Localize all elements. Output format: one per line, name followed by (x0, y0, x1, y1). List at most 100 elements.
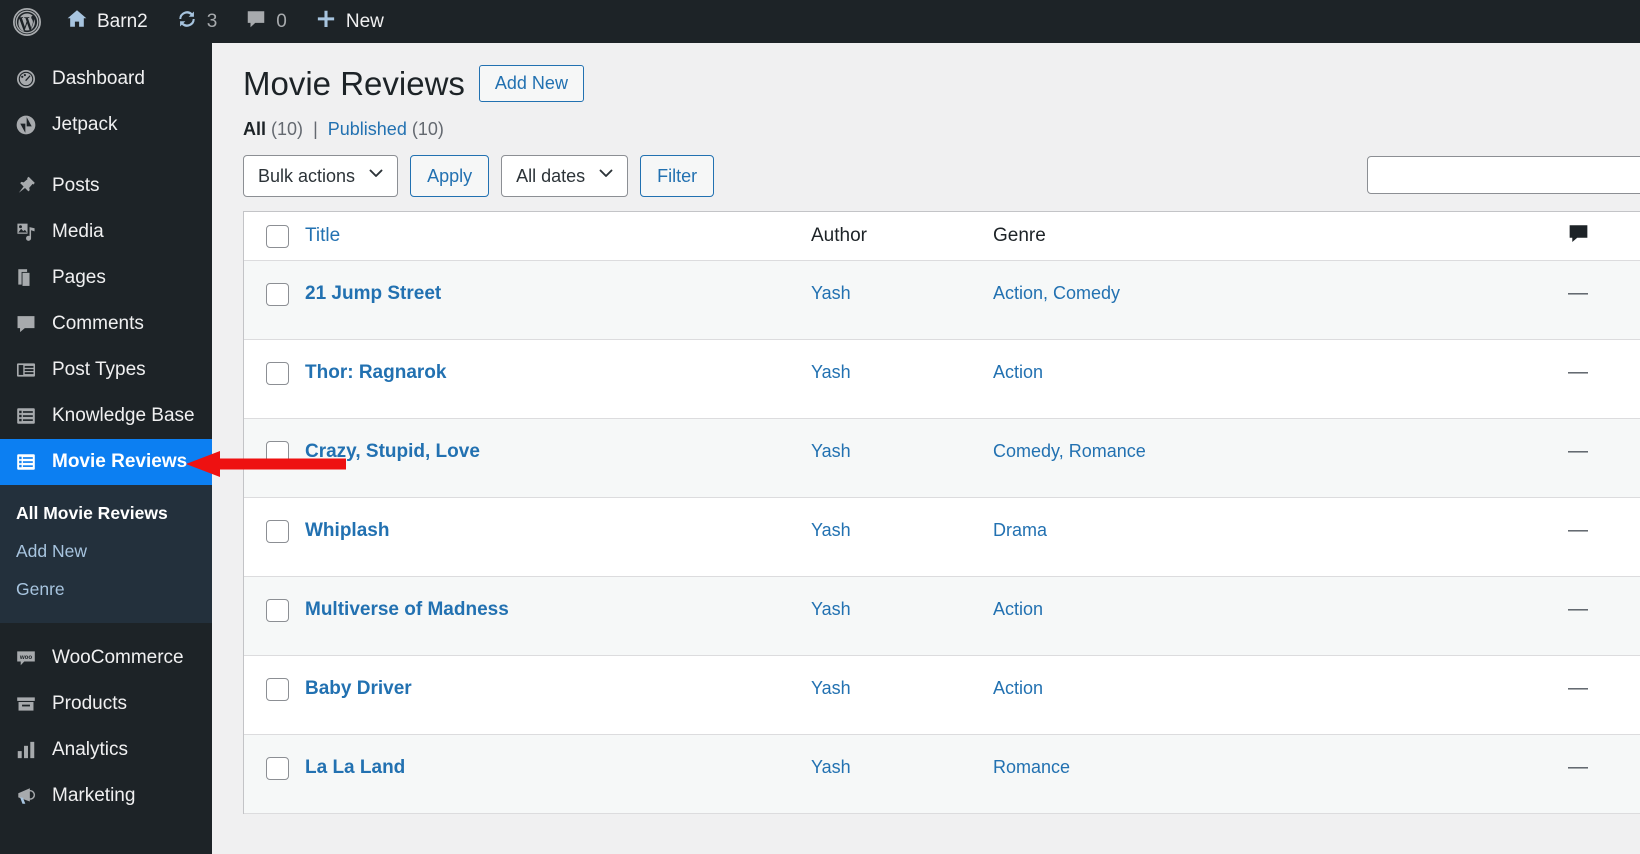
row-author-cell: Yash (811, 678, 993, 699)
submenu-item-all-movie-reviews[interactable]: All Movie Reviews (0, 494, 212, 532)
row-title-link[interactable]: Multiverse of Madness (305, 599, 509, 620)
table-row[interactable]: La La Land Yash Romance — (244, 735, 1640, 815)
movie-reviews-submenu: All Movie Reviews Add New Genre (0, 485, 212, 623)
row-title-link[interactable]: 21 Jump Street (305, 283, 441, 304)
row-author-link[interactable]: Yash (811, 757, 851, 777)
search-box[interactable] (1367, 156, 1640, 194)
row-genre-link[interactable]: Action (993, 599, 1043, 619)
row-checkbox[interactable] (265, 757, 289, 781)
submenu-item-genre[interactable]: Genre (0, 570, 212, 608)
comment-icon (13, 311, 39, 337)
jetpack-icon (13, 112, 39, 138)
row-checkbox[interactable] (265, 283, 289, 307)
table-row[interactable]: Baby Driver Yash Action — (244, 656, 1640, 736)
sidebar-item-products[interactable]: Products (0, 681, 212, 727)
row-author-link[interactable]: Yash (811, 678, 851, 698)
filter-button[interactable]: Filter (640, 155, 715, 198)
row-checkbox[interactable] (265, 599, 289, 623)
sidebar-item-pages[interactable]: Pages (0, 255, 212, 301)
row-checkbox[interactable] (265, 520, 289, 544)
row-title-link[interactable]: Baby Driver (305, 678, 412, 699)
row-genre-link[interactable]: Comedy, Romance (993, 441, 1146, 461)
table-row[interactable]: Thor: Ragnarok Yash Action — (244, 340, 1640, 420)
column-header-title[interactable]: Title (304, 225, 811, 247)
row-comments-cell: — (1498, 678, 1640, 698)
row-author-link[interactable]: Yash (811, 362, 851, 382)
movie-reviews-icon (13, 449, 39, 475)
sidebar-item-marketing[interactable]: Marketing (0, 773, 212, 819)
sidebar-item-woocommerce[interactable]: woo WooCommerce (0, 635, 212, 681)
new-content-menu[interactable]: New (301, 0, 398, 43)
row-comments-value: — (1568, 519, 1588, 542)
select-all-checkbox[interactable] (265, 224, 289, 248)
sidebar-item-jetpack[interactable]: Jetpack (0, 102, 212, 148)
row-genre-link[interactable]: Action (993, 678, 1043, 698)
row-title-link[interactable]: Whiplash (305, 520, 389, 541)
add-new-button[interactable]: Add New (478, 65, 584, 103)
row-title-link[interactable]: La La Land (305, 757, 405, 778)
row-comments-cell: — (1498, 520, 1640, 540)
row-title-cell: 21 Jump Street (304, 283, 811, 305)
row-select-cell (244, 441, 304, 465)
main-content: Movie Reviews Add New All (10) | Publish… (212, 43, 1640, 854)
site-name-menu[interactable]: Barn2 (52, 0, 162, 43)
row-title-link[interactable]: Crazy, Stupid, Love (305, 441, 480, 462)
column-header-genre-label: Genre (993, 225, 1046, 247)
home-icon (66, 8, 88, 36)
row-checkbox[interactable] (265, 441, 289, 465)
row-author-link[interactable]: Yash (811, 441, 851, 461)
sidebar-item-label: Comments (52, 313, 144, 334)
wordpress-logo-icon (12, 7, 42, 37)
row-title-cell: Multiverse of Madness (304, 599, 811, 621)
row-author-cell: Yash (811, 757, 993, 778)
sidebar-item-post-types[interactable]: Post Types (0, 347, 212, 393)
filter-link-published[interactable]: Published (328, 119, 407, 139)
sidebar-item-knowledge-base[interactable]: Knowledge Base (0, 393, 212, 439)
filter-link-all[interactable]: All (243, 119, 266, 139)
row-genre-link[interactable]: Action (993, 362, 1043, 382)
column-header-comments[interactable] (1498, 222, 1640, 250)
row-genre-cell: Action, Comedy (993, 283, 1498, 304)
row-checkbox[interactable] (265, 678, 289, 702)
search-input[interactable] (1368, 157, 1640, 193)
bulk-actions-value: Bulk actions (258, 165, 356, 186)
row-author-cell: Yash (811, 441, 993, 462)
sidebar-item-label: Dashboard (52, 68, 145, 89)
row-select-cell (244, 283, 304, 307)
table-header-row: Title Author Genre (244, 212, 1640, 262)
row-title-cell: La La Land (304, 757, 811, 779)
comments-menu[interactable]: 0 (231, 0, 301, 43)
row-comments-cell: — (1498, 757, 1640, 777)
submenu-item-add-new[interactable]: Add New (0, 532, 212, 570)
row-author-link[interactable]: Yash (811, 520, 851, 540)
sidebar-item-analytics[interactable]: Analytics (0, 727, 212, 773)
apply-button[interactable]: Apply (410, 155, 490, 198)
row-comments-cell: — (1498, 283, 1640, 303)
sidebar-item-label: Media (52, 221, 104, 242)
table-row[interactable]: Multiverse of Madness Yash Action — (244, 577, 1640, 657)
row-genre-link[interactable]: Romance (993, 757, 1070, 777)
table-row[interactable]: Whiplash Yash Drama — (244, 498, 1640, 578)
site-name-label: Barn2 (97, 10, 148, 32)
sidebar-item-label: Movie Reviews (52, 451, 188, 472)
row-checkbox[interactable] (265, 362, 289, 386)
sidebar-item-movie-reviews[interactable]: Movie Reviews (0, 439, 212, 485)
date-filter-select[interactable]: All dates (501, 155, 629, 198)
sidebar-item-posts[interactable]: Posts (0, 163, 212, 209)
sidebar-item-label: Pages (52, 267, 106, 288)
row-genre-link[interactable]: Drama (993, 520, 1047, 540)
sidebar-item-media[interactable]: Media (0, 209, 212, 255)
table-row[interactable]: Crazy, Stupid, Love Yash Comedy, Romance… (244, 419, 1640, 499)
column-header-author: Author (811, 225, 993, 247)
wp-logo-menu[interactable] (0, 0, 52, 43)
updates-menu[interactable]: 3 (162, 0, 232, 43)
table-row[interactable]: 21 Jump Street Yash Action, Comedy — (244, 261, 1640, 341)
sidebar-item-dashboard[interactable]: Dashboard (0, 56, 212, 102)
row-title-link[interactable]: Thor: Ragnarok (305, 362, 446, 383)
row-author-link[interactable]: Yash (811, 599, 851, 619)
row-genre-link[interactable]: Action, Comedy (993, 283, 1120, 303)
sidebar-item-comments[interactable]: Comments (0, 301, 212, 347)
bulk-actions-select[interactable]: Bulk actions (243, 155, 399, 198)
row-comments-cell: — (1498, 599, 1640, 619)
row-author-link[interactable]: Yash (811, 283, 851, 303)
